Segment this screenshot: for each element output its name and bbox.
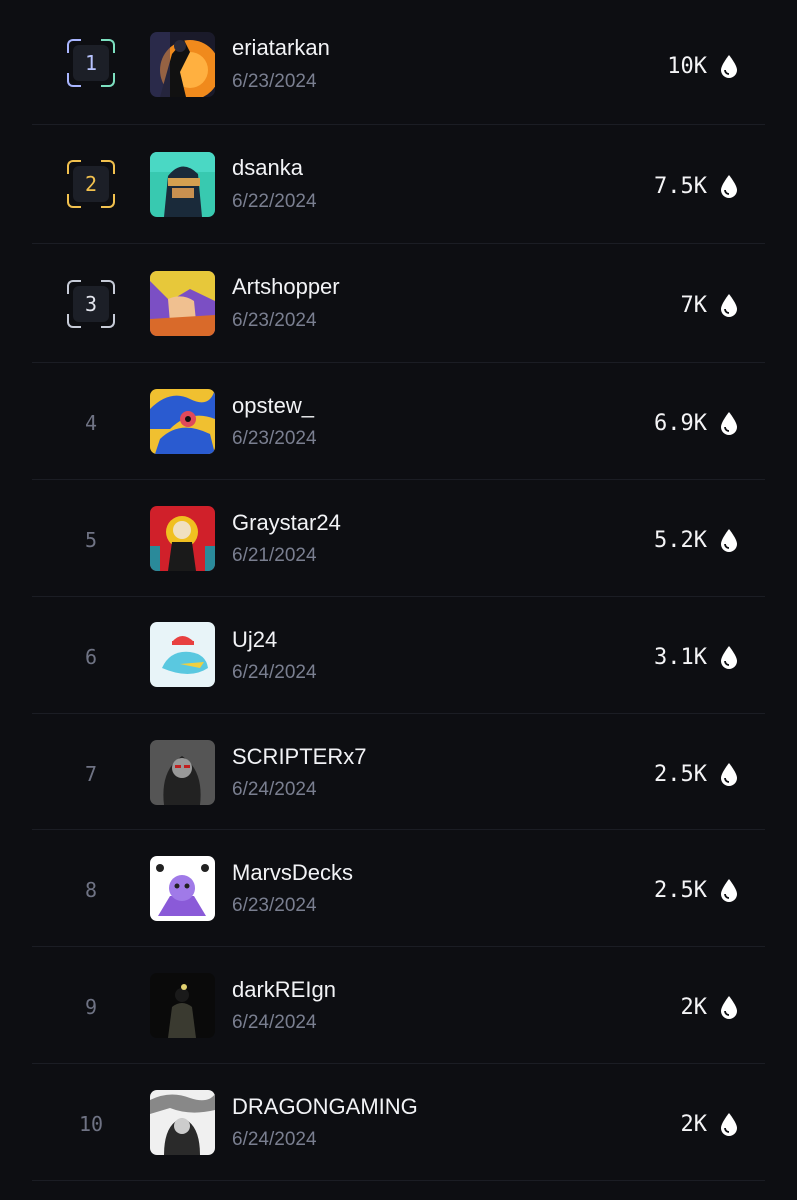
username[interactable]: Uj24 <box>232 627 277 653</box>
drop-icon <box>721 1113 737 1136</box>
drop-icon <box>721 175 737 198</box>
leaderboard-row[interactable]: 3 Artshopper 6/23/2024 7K <box>32 244 765 363</box>
score-value: 6.9K <box>654 411 707 436</box>
entry-date: 6/22/2024 <box>232 191 317 212</box>
score-value: 7.5K <box>654 174 707 199</box>
avatar[interactable] <box>150 32 215 97</box>
rank-badge-gold: 1 <box>67 39 115 87</box>
rank-number: 3 <box>73 286 109 322</box>
username[interactable]: MarvsDecks <box>232 860 353 886</box>
leaderboard-row[interactable]: 6 Uj24 6/24/2024 3.1K <box>32 597 765 714</box>
avatar[interactable] <box>150 740 215 805</box>
rank-number: 1 <box>73 45 109 81</box>
username[interactable]: opstew_ <box>232 393 314 419</box>
leaderboard-row[interactable]: 7 SCRIPTERx7 6/24/2024 2.5K <box>32 714 765 830</box>
rank-number: 10 <box>78 1112 104 1136</box>
leaderboard-row[interactable]: 2 dsanka 6/22/2024 7.5K <box>32 125 765 244</box>
drop-icon <box>721 996 737 1019</box>
drop-icon <box>721 412 737 435</box>
entry-date: 6/24/2024 <box>232 662 317 683</box>
score-value: 10K <box>667 54 707 79</box>
rank-badge-gold: 2 <box>67 160 115 208</box>
rank-number: 5 <box>84 528 98 552</box>
username[interactable]: eriatarkan <box>232 35 330 61</box>
leaderboard-row[interactable]: 8 MarvsDecks 6/23/2024 2.5K <box>32 830 765 947</box>
avatar[interactable] <box>150 856 215 921</box>
rank-number: 6 <box>84 645 98 669</box>
entry-date: 6/24/2024 <box>232 1129 317 1150</box>
leaderboard-row[interactable]: 10 DRAGONGAMING 6/24/2024 2K <box>32 1064 765 1181</box>
entry-date: 6/24/2024 <box>232 1012 317 1033</box>
leaderboard-row[interactable]: 5 Graystar24 6/21/2024 5.2K <box>32 480 765 597</box>
rank-number: 8 <box>84 878 98 902</box>
score-value: 2.5K <box>654 762 707 787</box>
entry-date: 6/23/2024 <box>232 310 317 331</box>
rank-number: 9 <box>84 995 98 1019</box>
leaderboard-row[interactable]: 4 opstew_ 6/23/2024 6.9K <box>32 363 765 480</box>
avatar[interactable] <box>150 271 215 336</box>
score-value: 2K <box>680 995 708 1020</box>
username[interactable]: Graystar24 <box>232 510 341 536</box>
avatar[interactable] <box>150 973 215 1038</box>
drop-icon <box>721 55 737 78</box>
username[interactable]: darkREIgn <box>232 977 336 1003</box>
score-value: 3.1K <box>654 645 707 670</box>
drop-icon <box>721 529 737 552</box>
drop-icon <box>721 646 737 669</box>
avatar[interactable] <box>150 152 215 217</box>
leaderboard-row[interactable]: 9 darkREIgn 6/24/2024 2K <box>32 947 765 1064</box>
entry-date: 6/21/2024 <box>232 545 317 566</box>
drop-icon <box>721 879 737 902</box>
rank-number: 7 <box>84 762 98 786</box>
drop-icon <box>721 763 737 786</box>
entry-date: 6/23/2024 <box>232 71 317 92</box>
entry-date: 6/23/2024 <box>232 895 317 916</box>
avatar[interactable] <box>150 1090 215 1155</box>
score-value: 7K <box>680 293 708 318</box>
drop-icon <box>721 294 737 317</box>
score-value: 5.2K <box>654 528 707 553</box>
entry-date: 6/23/2024 <box>232 428 317 449</box>
username[interactable]: DRAGONGAMING <box>232 1094 418 1120</box>
avatar[interactable] <box>150 389 215 454</box>
rank-number: 4 <box>84 411 98 435</box>
avatar[interactable] <box>150 622 215 687</box>
rank-badge-silver: 3 <box>67 280 115 328</box>
username[interactable]: SCRIPTERx7 <box>232 744 366 770</box>
username[interactable]: Artshopper <box>232 274 340 300</box>
entry-date: 6/24/2024 <box>232 779 317 800</box>
rank-number: 2 <box>73 166 109 202</box>
leaderboard-row[interactable]: 1 eriatarkan 6/23/2024 10K <box>32 0 765 125</box>
username[interactable]: dsanka <box>232 155 303 181</box>
leaderboard-list: 1 eriatarkan 6/23/2024 10K 2 dsanka 6/22… <box>0 0 797 1200</box>
score-value: 2.5K <box>654 878 707 903</box>
avatar[interactable] <box>150 506 215 571</box>
score-value: 2K <box>680 1112 708 1137</box>
